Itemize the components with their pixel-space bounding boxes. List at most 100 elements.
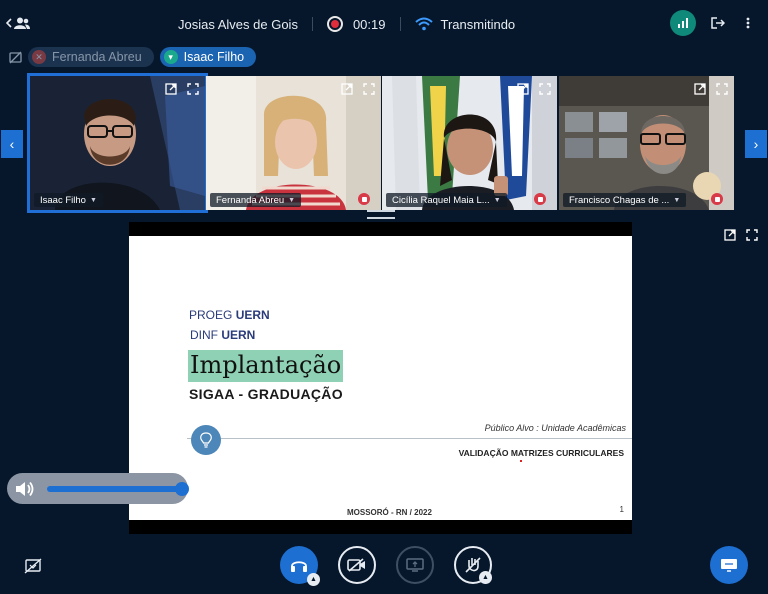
users-icon [14, 17, 30, 29]
hand-off-icon [465, 557, 481, 573]
chevron-up-icon[interactable]: ▲ [307, 573, 320, 586]
presentation-slide: PROEG UERN DINF UERN Implantação SIGAA -… [129, 222, 632, 534]
tile-controls [165, 82, 199, 95]
chevron-left-icon: ‹ [9, 136, 15, 152]
talking-off-icon [8, 51, 22, 63]
fullscreen-icon[interactable] [746, 228, 758, 241]
slide-divider [187, 438, 632, 439]
more-options-button[interactable] [740, 15, 756, 31]
video-tile[interactable]: Cicília Raquel Maia L... ▼ [382, 76, 557, 210]
raise-hand-button[interactable]: ▲ [454, 546, 492, 584]
speaker-name: Isaac Filho [183, 50, 245, 64]
participant-name: Cicília Raquel Maia L... [392, 194, 490, 206]
conference-app: Josias Alves de Gois 00:19 Transmitindo [0, 0, 768, 594]
screen-share-icon [406, 558, 424, 572]
chevron-up-icon[interactable]: ▲ [479, 571, 492, 584]
talking-pill-isaac[interactable]: ▾ Isaac Filho [159, 47, 257, 67]
camera-off-icon [347, 558, 365, 572]
participant-name-tag[interactable]: Cicília Raquel Maia L... ▼ [386, 193, 507, 207]
meeting-info: Josias Alves de Gois 00:19 Transmitindo [178, 15, 515, 33]
presentation-icon [721, 559, 737, 572]
video-tile[interactable]: Francisco Chagas de ... ▼ [559, 76, 734, 210]
participant-name-tag[interactable]: Francisco Chagas de ... ▼ [563, 193, 687, 207]
speaker-name: Fernanda Abreu [52, 50, 142, 64]
caret-down-icon: ▼ [493, 196, 501, 204]
talking-pill-fernanda[interactable]: ✕ Fernanda Abreu [28, 47, 154, 67]
connection-stats-button[interactable] [670, 10, 696, 36]
slide-marker [520, 460, 522, 462]
muted-mic-icon [358, 193, 370, 205]
presentation-off-icon [24, 558, 42, 574]
fullscreen-icon[interactable] [363, 82, 375, 95]
participant-video [206, 76, 381, 210]
participant-video [30, 76, 205, 210]
share-screen-button[interactable] [396, 546, 434, 584]
tile-controls [517, 82, 551, 95]
popout-icon[interactable] [724, 228, 736, 241]
media-controls: ▲ ▲ [280, 546, 492, 586]
signal-bars-icon [678, 18, 688, 28]
host-name: Josias Alves de Gois [178, 16, 298, 32]
hide-presentation-button[interactable] [24, 558, 42, 574]
popout-icon[interactable] [517, 82, 529, 95]
popout-icon[interactable] [694, 82, 706, 95]
fullscreen-icon[interactable] [716, 82, 728, 95]
leave-button[interactable] [710, 15, 726, 31]
popout-icon[interactable] [165, 82, 177, 95]
chevron-left-icon [6, 18, 12, 28]
muted-mic-icon [711, 193, 723, 205]
divider [399, 17, 401, 31]
tile-controls [694, 82, 728, 95]
popout-icon[interactable] [341, 82, 353, 95]
audio-button[interactable]: ▲ [280, 546, 320, 586]
volume-control [7, 473, 189, 504]
kebab-menu-icon [746, 17, 750, 29]
resize-handle[interactable] [367, 210, 395, 219]
org-prefix: DINF [190, 328, 222, 342]
caret-down-icon: ▼ [288, 196, 296, 204]
hide-talking-button[interactable] [8, 50, 22, 64]
mic-icon: ▾ [163, 50, 178, 64]
participant-name-tag[interactable]: Fernanda Abreu ▼ [210, 193, 302, 207]
users-toggle-button[interactable] [6, 14, 32, 32]
org-prefix: PROEG [189, 308, 236, 322]
fullscreen-icon[interactable] [539, 82, 551, 95]
participant-video [559, 76, 734, 210]
participant-name-tag[interactable]: Isaac Filho ▼ [34, 193, 103, 207]
video-strip: ‹ Isaac Filho ▼ Fernanda Abreu ▼ Cicília… [0, 72, 768, 218]
participant-name: Fernanda Abreu [216, 194, 285, 206]
slide-title: Implantação [188, 350, 344, 382]
slide-page-number: 1 [619, 505, 624, 514]
caret-down-icon: ▼ [673, 196, 681, 204]
camera-button[interactable] [338, 546, 376, 584]
talking-indicator-bar: ✕ Fernanda Abreu ▾ Isaac Filho [8, 46, 257, 68]
divider [311, 17, 313, 31]
volume-slider[interactable] [47, 481, 189, 496]
video-tile[interactable]: Isaac Filho ▼ [27, 73, 208, 213]
tile-controls [341, 82, 375, 95]
slide-place-year: MOSSORÓ - RN / 2022 [347, 508, 432, 517]
slide-org-line-1: PROEG UERN [189, 308, 270, 322]
fullscreen-icon[interactable] [187, 82, 199, 95]
lightbulb-icon [191, 425, 221, 455]
participant-name: Francisco Chagas de ... [569, 194, 670, 206]
prev-videos-button[interactable]: ‹ [1, 130, 23, 158]
record-icon[interactable] [326, 16, 343, 32]
presentation-controls [724, 228, 758, 241]
speaker-icon[interactable] [15, 480, 37, 498]
muted-mic-icon [534, 193, 546, 205]
volume-slider-handle[interactable] [175, 481, 189, 496]
top-actions [670, 10, 756, 36]
video-tile[interactable]: Fernanda Abreu ▼ [206, 76, 381, 210]
logout-icon [711, 17, 725, 29]
wifi-icon [414, 17, 433, 31]
slide-subtitle: SIGAA - GRADUAÇÃO [189, 386, 343, 402]
chevron-right-icon: › [753, 136, 759, 152]
caret-down-icon: ▼ [89, 196, 97, 204]
slide-audience: Público Alvo : Unidade Acadêmicas [484, 423, 626, 433]
slide-validation-label: VALIDAÇÃO MATRIZES CURRICULARES [458, 448, 624, 458]
recording-timer: 00:19 [352, 16, 386, 32]
letterbox-bottom [129, 520, 632, 534]
next-videos-button[interactable]: › [745, 130, 767, 158]
chat-button[interactable] [710, 546, 748, 584]
